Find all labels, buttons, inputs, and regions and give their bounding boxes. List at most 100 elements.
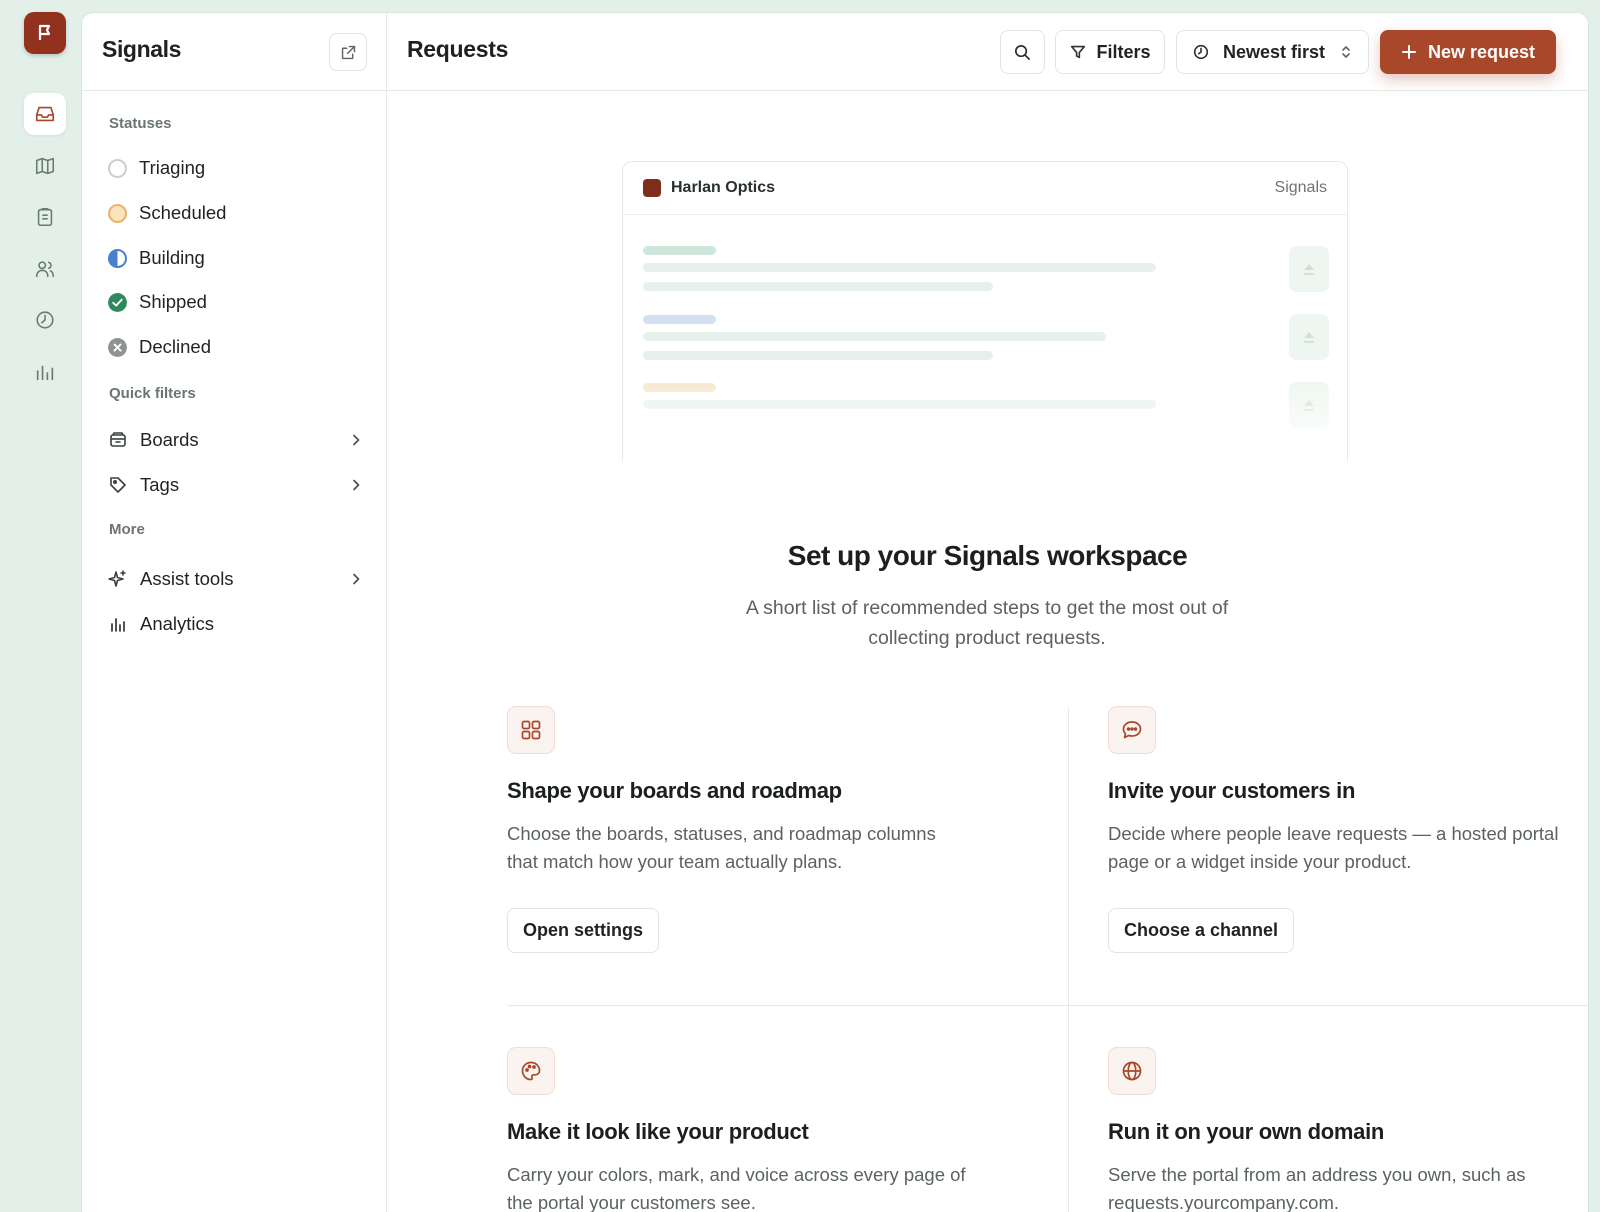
step-icon-box [507, 1047, 555, 1095]
hero-subtitle: A short list of recommended steps to get… [745, 597, 1229, 649]
portal-preview: Harlan Optics Signals [622, 161, 1348, 461]
rail-changelog[interactable] [24, 196, 66, 238]
inbox-icon [35, 106, 55, 122]
users-icon [35, 261, 55, 278]
preview-tag: Signals [1274, 179, 1327, 196]
status-label: Shipped [139, 291, 207, 312]
chevron-right-icon [353, 479, 360, 491]
building-status-icon [108, 248, 127, 268]
step-description: Choose the boards, statuses, and roadmap… [507, 823, 936, 872]
bar-chart-icon [36, 365, 54, 381]
quick-filter-tags[interactable]: Tags [108, 467, 368, 503]
declined-status-icon [108, 337, 127, 357]
sparkle-icon [108, 570, 126, 587]
clock-icon [36, 311, 54, 329]
external-link-icon [341, 45, 355, 59]
step-description: Carry your colors, mark, and voice acros… [507, 1164, 966, 1212]
app-logo[interactable] [24, 12, 66, 54]
filter-icon [1071, 45, 1086, 59]
sidebar-header: Signals [82, 13, 386, 91]
placeholder-line [643, 263, 1156, 272]
preview-header: Harlan Optics Signals [623, 162, 1347, 215]
rail-roadmap[interactable] [24, 145, 66, 187]
upvote-icon [1304, 264, 1314, 275]
placeholder-vote [1289, 314, 1329, 360]
grid-divider-horizontal [507, 1005, 1588, 1006]
filters-button[interactable]: Filters [1055, 30, 1165, 74]
preview-brand-name: Harlan Optics [671, 179, 776, 196]
open-settings-button[interactable]: Open settings [507, 908, 660, 953]
quick-filter-label: Boards [140, 429, 199, 450]
status-label: Declined [139, 336, 211, 357]
status-item-scheduled[interactable]: Scheduled [108, 195, 368, 231]
open-portal-button[interactable] [329, 33, 367, 71]
step-branding: Make it look like your product Carry you… [507, 1047, 1027, 1212]
status-item-shipped[interactable]: Shipped [108, 284, 368, 320]
more-item-analytics[interactable]: Analytics [108, 606, 368, 642]
more-item-label: Assist tools [140, 568, 234, 589]
globe-icon [1122, 1061, 1142, 1081]
step-title: Invite your customers in [1108, 778, 1356, 803]
step-icon-box [1108, 1047, 1156, 1095]
tag-icon [110, 477, 126, 493]
step-title: Make it look like your product [507, 1119, 809, 1144]
placeholder-line [643, 351, 993, 360]
step-description: Decide where people leave requests — a h… [1108, 823, 1559, 872]
status-item-building[interactable]: Building [108, 240, 368, 276]
filters-label: Filters [1096, 41, 1151, 62]
rail-users[interactable] [24, 248, 66, 290]
palette-icon [521, 1061, 541, 1081]
chevron-up-down-icon [1342, 46, 1350, 58]
placeholder-vote [1289, 246, 1329, 292]
search-button[interactable] [1000, 30, 1045, 74]
more-label: More [109, 521, 145, 538]
app-rail [0, 0, 81, 1200]
quick-filters-label: Quick filters [109, 385, 196, 402]
rail-history[interactable] [24, 299, 66, 341]
main-content: Requests Filters Newest first New reques… [387, 13, 1588, 1212]
step-invite: Invite your customers in Decide where pe… [1108, 706, 1588, 953]
placeholder-line [643, 282, 993, 291]
page-title: Requests [407, 36, 509, 62]
rail-analytics[interactable] [24, 351, 66, 393]
choose-channel-button[interactable]: Choose a channel [1108, 908, 1295, 953]
sort-select[interactable]: Newest first [1176, 30, 1369, 74]
preview-brand-mark [643, 179, 661, 197]
topbar: Requests Filters Newest first New reques… [387, 13, 1588, 91]
status-item-triaging[interactable]: Triaging [108, 150, 368, 186]
rail-inbox[interactable] [24, 93, 66, 135]
map-icon [35, 157, 55, 175]
hero-title: Set up your Signals workspace [787, 540, 1188, 571]
placeholder-status-bar [643, 315, 716, 324]
sidebar-title: Signals [102, 36, 182, 62]
step-description: Serve the portal from an address you own… [1108, 1164, 1526, 1212]
more-item-assist-tools[interactable]: Assist tools [108, 561, 368, 597]
grid-divider-vertical [1068, 708, 1069, 1212]
upvote-icon [1304, 332, 1314, 343]
step-icon-box [1108, 706, 1156, 754]
new-request-button[interactable]: New request [1380, 30, 1556, 74]
plus-icon [1401, 45, 1416, 59]
statuses-label: Statuses [109, 115, 172, 132]
chevron-right-icon [353, 573, 360, 585]
search-icon [1014, 44, 1031, 60]
step-title: Shape your boards and roadmap [507, 778, 842, 803]
triaging-status-icon [108, 158, 127, 178]
step-domain: Run it on your own domain Serve the port… [1108, 1047, 1588, 1212]
step-title: Run it on your own domain [1108, 1119, 1385, 1144]
flag-icon [38, 24, 51, 40]
preview-fade [623, 371, 1347, 461]
chevron-right-icon [353, 434, 360, 446]
shipped-status-icon [108, 292, 127, 312]
placeholder-status-bar [643, 246, 716, 255]
status-item-declined[interactable]: Declined [108, 329, 368, 365]
chat-bubble-icon [1122, 721, 1142, 739]
bar-chart-icon [111, 618, 125, 632]
sort-label: Newest first [1222, 41, 1326, 62]
sidebar: Signals Statuses Triaging Scheduled Buil… [82, 13, 387, 1212]
new-request-label: New request [1427, 41, 1536, 62]
main-window: Signals Statuses Triaging Scheduled Buil… [81, 12, 1589, 1212]
scheduled-status-icon [108, 203, 127, 223]
status-label: Scheduled [139, 202, 227, 223]
quick-filter-boards[interactable]: Boards [108, 422, 368, 458]
